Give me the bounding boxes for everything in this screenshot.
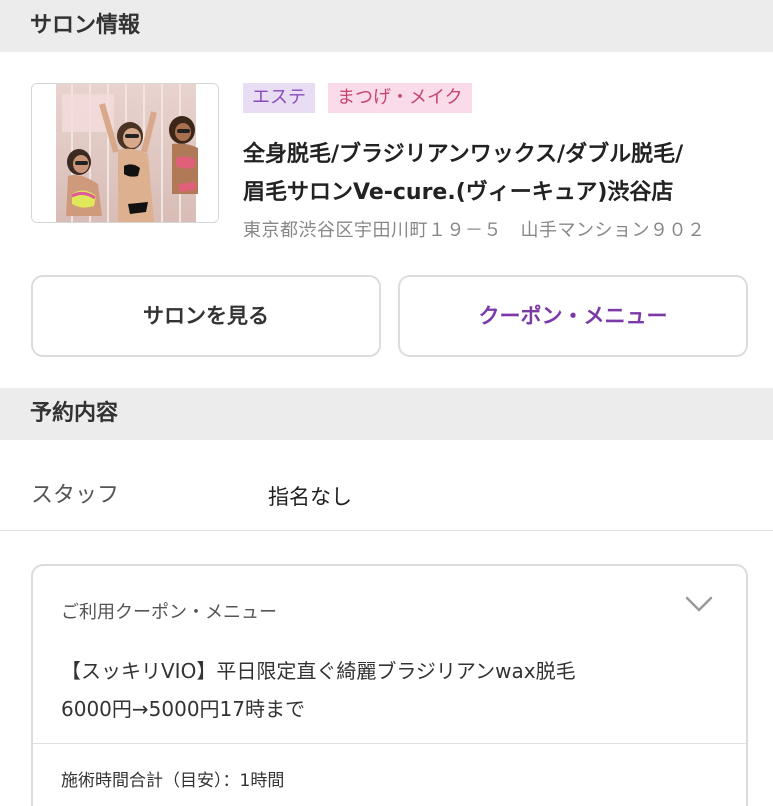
coupon-description: 【スッキリVIO】平日限定直ぐ綺麗ブラジリアンwax脱毛 6000円→5000円… [61, 652, 721, 728]
salon-thumbnail-image[interactable] [31, 83, 219, 223]
coupon-menu-card: ご利用クーポン・メニュー 【スッキリVIO】平日限定直ぐ綺麗ブラジリアンwax脱… [31, 564, 748, 806]
coupon-description-line2: 6000円→5000円17時まで [61, 697, 306, 721]
staff-label: スタッフ [31, 483, 120, 508]
coupon-description-line1: 【スッキリVIO】平日限定直ぐ綺麗ブラジリアンwax脱毛 [61, 659, 576, 683]
staff-row: スタッフ 指名なし [0, 441, 773, 531]
category-tag-eyelash-makeup: まつげ・メイク [328, 83, 472, 113]
salon-photo [32, 84, 218, 222]
coupon-menu-button[interactable]: クーポン・メニュー [398, 275, 748, 357]
salon-name-line1: 全身脱毛/ブラジリアンワックス/ダブル脱毛/ [243, 142, 684, 167]
salon-name[interactable]: 全身脱毛/ブラジリアンワックス/ダブル脱毛/ 眉毛サロンVe-cure.(ヴィー… [243, 136, 753, 212]
category-tag-esthetic: エステ [243, 83, 315, 113]
salon-info-header: サロン情報 [0, 0, 773, 52]
treatment-time-total: 施術時間合計（目安）：1時間 [61, 771, 285, 791]
reservation-details-header: 予約内容 [0, 388, 773, 440]
coupon-card-title: ご利用クーポン・メニュー [61, 602, 277, 623]
staff-value: 指名なし [268, 485, 352, 509]
chevron-down-icon[interactable] [684, 594, 714, 614]
view-salon-button[interactable]: サロンを見る [31, 275, 381, 357]
salon-address: 東京都渋谷区宇田川町１９－５ 山手マンション９０２ [243, 220, 706, 241]
salon-name-line2: 眉毛サロンVe-cure.(ヴィーキュア)渋谷店 [243, 180, 674, 205]
divider [33, 743, 746, 744]
